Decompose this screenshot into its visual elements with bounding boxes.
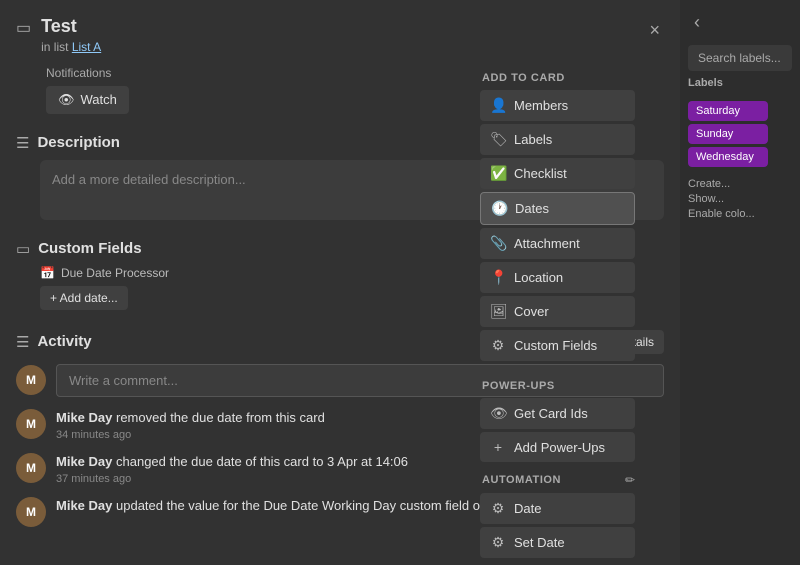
eye-icon: 👁 xyxy=(58,92,75,108)
watch-label: Watch xyxy=(81,92,117,107)
automation-set-date-label: Set Date xyxy=(514,535,565,550)
day-pill-sunday[interactable]: Sunday xyxy=(688,124,768,144)
day-pill-wednesday[interactable]: Wednesday xyxy=(688,147,768,167)
add-power-ups-icon: + xyxy=(490,439,506,455)
automation-set-date-icon: ⚙ xyxy=(490,534,506,551)
cover-button[interactable]: 🖼 Cover xyxy=(480,296,635,327)
add-date-button[interactable]: + Add date... xyxy=(40,286,128,310)
attachment-button[interactable]: 📎 Attachment xyxy=(480,228,635,259)
activity-user-2: Mike Day xyxy=(56,454,112,469)
location-button[interactable]: 📍 Location xyxy=(480,262,635,293)
modal-header: ▭ Test in list List A × xyxy=(0,0,680,62)
add-power-ups-label: Add Power-Ups xyxy=(514,440,605,455)
search-labels-input[interactable]: Search labels... xyxy=(688,45,792,71)
modal-title-area: ▭ Test in list List A xyxy=(16,16,645,54)
description-title: Description xyxy=(37,134,120,151)
create-action[interactable]: Create... xyxy=(688,178,792,190)
custom-fields-button[interactable]: ⚙ Custom Fields xyxy=(480,330,635,361)
members-label: Members xyxy=(514,98,568,113)
cf-field-name: Due Date Processor xyxy=(61,266,169,280)
dates-button[interactable]: 🕐 Dates xyxy=(480,192,635,225)
avatar-3: M xyxy=(16,497,46,527)
labels-label: Labels xyxy=(514,132,552,147)
dates-label: Dates xyxy=(515,201,549,216)
breadcrumb-link[interactable]: List A xyxy=(72,40,101,54)
breadcrumb: in list List A xyxy=(41,40,101,54)
avatar-2: M xyxy=(16,453,46,483)
cover-icon: 🖼 xyxy=(490,303,506,320)
activity-action-1: removed the due date from this card xyxy=(116,410,325,425)
custom-fields-panel-label: Custom Fields xyxy=(514,338,597,353)
get-card-ids-button[interactable]: 👁 Get Card Ids xyxy=(480,398,635,429)
get-card-ids-label: Get Card Ids xyxy=(514,406,588,421)
day-pill-saturday[interactable]: Saturday xyxy=(688,101,768,121)
checklist-button[interactable]: ✅ Checklist xyxy=(480,158,635,189)
cover-label: Cover xyxy=(514,304,549,319)
attachment-icon: 📎 xyxy=(490,235,506,252)
custom-fields-panel-icon: ⚙ xyxy=(490,337,506,354)
location-label: Location xyxy=(514,270,563,285)
add-to-card-panel: Add to card 👤 Members 🏷 Labels ✅ Checkli… xyxy=(480,72,635,561)
checklist-label: Checklist xyxy=(514,166,567,181)
enable-color-action[interactable]: Enable colo... xyxy=(688,208,792,220)
automation-header: Automation ✏ xyxy=(480,473,635,487)
description-icon: ☰ xyxy=(16,134,29,152)
add-to-card-title: Add to card xyxy=(480,72,635,84)
calendar-icon: 📅 xyxy=(40,266,55,280)
card-title[interactable]: Test xyxy=(41,16,101,38)
dates-icon: 🕐 xyxy=(491,200,507,217)
activity-title: Activity xyxy=(37,333,91,350)
automation-set-date-button[interactable]: ⚙ Set Date xyxy=(480,527,635,558)
labels-title: Labels xyxy=(688,77,792,89)
watch-button[interactable]: 👁 Watch xyxy=(46,86,129,114)
edit-icon[interactable]: ✏ xyxy=(625,473,635,487)
activity-user-3: Mike Day xyxy=(56,498,112,513)
close-button[interactable]: × xyxy=(645,16,664,45)
get-card-ids-icon: 👁 xyxy=(490,405,506,422)
activity-action-2: changed the due date of this card to 3 A… xyxy=(116,454,408,469)
members-icon: 👤 xyxy=(490,97,506,114)
avatar-1: M xyxy=(16,409,46,439)
activity-title-group: ☰ Activity xyxy=(16,333,92,351)
breadcrumb-prefix: in list xyxy=(41,40,68,54)
labels-button[interactable]: 🏷 Labels xyxy=(480,124,635,155)
location-icon: 📍 xyxy=(490,269,506,286)
automation-date-button[interactable]: ⚙ Date xyxy=(480,493,635,524)
avatar: M xyxy=(16,365,46,395)
back-icon[interactable]: ‹ xyxy=(690,8,704,37)
custom-fields-title: Custom Fields xyxy=(38,240,141,257)
automation-date-label: Date xyxy=(514,501,541,516)
attachment-label: Attachment xyxy=(514,236,580,251)
right-panel: ‹ Search labels... Labels Saturday Sunda… xyxy=(680,0,800,565)
members-button[interactable]: 👤 Members xyxy=(480,90,635,121)
right-panel-header: ‹ xyxy=(680,0,800,45)
labels-icon: 🏷 xyxy=(490,131,506,148)
activity-icon: ☰ xyxy=(16,333,29,351)
automation-date-icon: ⚙ xyxy=(490,500,506,517)
modal-title-text: Test in list List A xyxy=(41,16,101,54)
automation-title: Automation xyxy=(480,474,561,486)
show-action[interactable]: Show... xyxy=(688,193,792,205)
card-icon: ▭ xyxy=(16,18,31,38)
activity-action-3: updated the value for the Due Date Worki… xyxy=(116,498,540,513)
power-ups-title: Power-Ups xyxy=(480,380,635,392)
activity-user-1: Mike Day xyxy=(56,410,112,425)
custom-fields-icon: ▭ xyxy=(16,240,30,258)
checklist-icon: ✅ xyxy=(490,165,506,182)
add-power-ups-button[interactable]: + Add Power-Ups xyxy=(480,432,635,462)
